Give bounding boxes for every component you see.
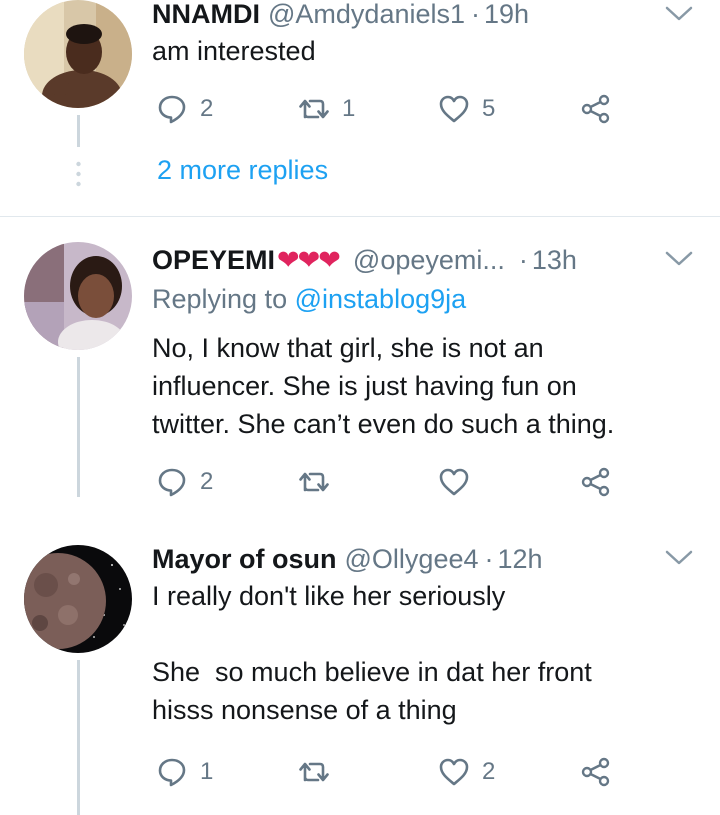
chevron-down-icon[interactable] xyxy=(664,4,694,24)
avatar[interactable] xyxy=(24,545,132,653)
tweet-text: No, I know that girl, she is not an infl… xyxy=(152,333,615,439)
like-count: 2 xyxy=(482,758,496,785)
tweet-header: OPEYEMI ❤❤❤ @opeyemi... · 13h xyxy=(152,240,577,280)
heart-emoji: ❤❤❤ xyxy=(277,244,341,275)
like-button[interactable]: 5 xyxy=(438,89,495,129)
user-handle[interactable]: @opeyemi... xyxy=(353,245,505,276)
separator: · xyxy=(484,543,494,574)
thread-line xyxy=(77,660,80,815)
replying-to: Replying to @instablog9ja xyxy=(152,284,466,315)
like-button[interactable] xyxy=(438,462,482,502)
mention-link[interactable]: @instablog9ja xyxy=(295,284,467,314)
tweet-actions: 2 1 5 xyxy=(152,89,632,129)
reply-count: 2 xyxy=(200,468,214,495)
tweet-header: Mayor of osun @Ollygee4 · 12h xyxy=(152,539,543,579)
replying-prefix: Replying to xyxy=(152,284,288,314)
tweet-text: am interested xyxy=(152,36,316,66)
tweet-header: NNAMDI @Amdydaniels1 · 19h xyxy=(152,0,529,34)
like-button[interactable]: 2 xyxy=(438,752,495,792)
thread-line xyxy=(77,115,80,147)
share-button[interactable] xyxy=(580,462,612,502)
reply-button[interactable]: 2 xyxy=(156,462,213,502)
share-button[interactable] xyxy=(580,89,612,129)
divider xyxy=(0,216,720,217)
timestamp[interactable]: 19h xyxy=(484,0,529,30)
thread-dots-icon xyxy=(76,161,81,187)
share-icon xyxy=(581,94,610,124)
display-name[interactable]: OPEYEMI xyxy=(152,245,275,276)
retweet-icon xyxy=(299,99,329,119)
retweet-button[interactable] xyxy=(298,752,342,792)
display-name[interactable]: NNAMDI xyxy=(152,0,260,30)
reply-icon xyxy=(158,758,186,787)
retweet-button[interactable] xyxy=(298,462,342,502)
like-count: 5 xyxy=(482,95,496,122)
share-icon xyxy=(581,757,610,787)
avatar[interactable] xyxy=(24,0,132,108)
chevron-down-icon[interactable] xyxy=(664,548,694,568)
heart-icon xyxy=(439,95,469,123)
reply-button[interactable]: 2 xyxy=(156,89,213,129)
retweet-button[interactable]: 1 xyxy=(298,89,355,129)
share-button[interactable] xyxy=(580,752,612,792)
chevron-down-icon[interactable] xyxy=(664,249,694,269)
reply-button[interactable]: 1 xyxy=(156,752,213,792)
thread-line xyxy=(77,357,80,497)
timestamp[interactable]: 13h xyxy=(532,245,577,276)
tweet-text: I really don't like her seriously She so… xyxy=(152,581,592,725)
tweet-actions: 1 2 xyxy=(152,752,632,792)
avatar[interactable] xyxy=(24,242,132,350)
user-handle[interactable]: @Amdydaniels1 xyxy=(268,0,465,30)
more-replies-link[interactable]: 2 more replies xyxy=(157,155,328,186)
heart-icon xyxy=(439,758,469,786)
user-handle[interactable]: @Ollygee4 xyxy=(345,544,479,575)
separator: · xyxy=(518,244,528,275)
separator: · xyxy=(471,0,481,29)
timestamp[interactable]: 12h xyxy=(498,544,543,575)
heart-icon xyxy=(439,468,469,496)
retweet-count: 1 xyxy=(342,95,356,122)
reply-count: 1 xyxy=(200,758,214,785)
share-icon xyxy=(581,467,610,497)
reply-icon xyxy=(158,468,186,497)
tweet-actions: 2 xyxy=(152,462,632,502)
retweet-icon xyxy=(299,762,329,782)
display-name[interactable]: Mayor of osun xyxy=(152,544,337,575)
reply-count: 2 xyxy=(200,95,214,122)
retweet-icon xyxy=(299,472,329,492)
reply-icon xyxy=(158,95,186,124)
